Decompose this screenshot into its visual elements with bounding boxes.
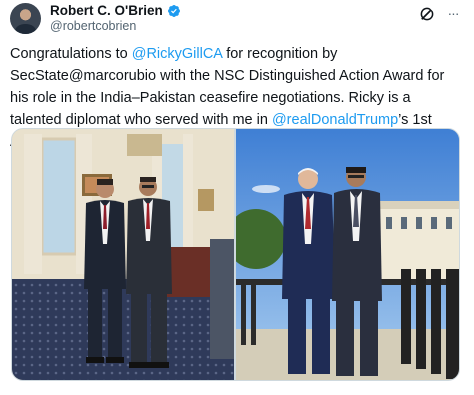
verified-badge-icon <box>167 4 180 17</box>
author-name-row: Robert C. O'Brien <box>50 3 181 18</box>
mention-link[interactable]: @realDonaldTrump <box>272 112 398 128</box>
media-grid <box>11 128 460 381</box>
mention-link[interactable]: @RickyGillCA <box>132 46 222 62</box>
grok-icon[interactable] <box>418 5 436 23</box>
text-segment: Congratulations to <box>10 46 132 62</box>
tweet-header: Robert C. O'Brien @robertcobrien ··· <box>10 2 464 36</box>
more-icon[interactable]: ··· <box>444 4 462 22</box>
office-photo[interactable] <box>12 129 234 380</box>
balcony-photo-illustration <box>236 129 459 380</box>
office-photo-illustration <box>12 129 234 380</box>
author-name[interactable]: Robert C. O'Brien <box>50 3 163 18</box>
author-avatar[interactable] <box>10 3 41 34</box>
author-handle[interactable]: @robertcobrien <box>50 19 136 33</box>
balcony-photo[interactable] <box>236 129 459 380</box>
